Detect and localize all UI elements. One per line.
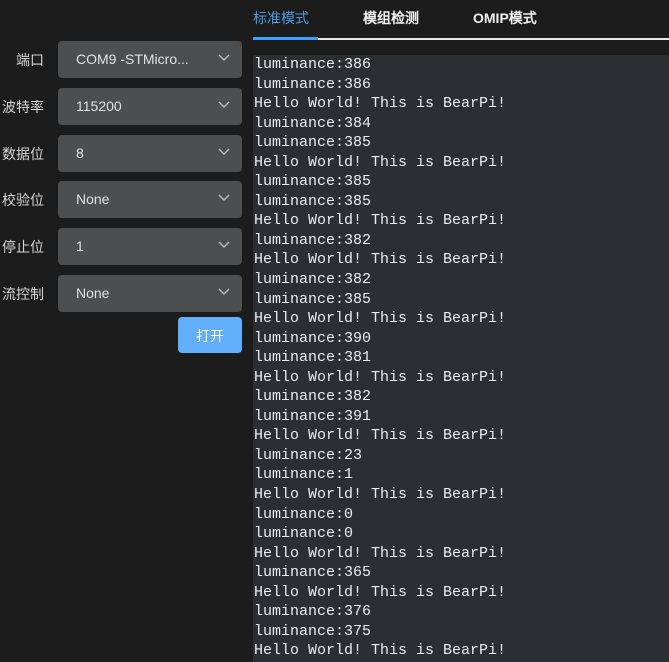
serial-output-console[interactable]: luminance:386 luminance:386 Hello World! T… — [253, 55, 669, 662]
baud-rate-row: 波特率 115200 — [0, 88, 250, 126]
data-bits-select[interactable]: 8 — [58, 135, 242, 172]
console-line: luminance:365 — [254, 564, 372, 582]
stop-bits-row: 停止位 1 — [0, 228, 250, 266]
parity-value: None — [76, 191, 110, 207]
console-line: Hello World! This is BearPi! — [254, 212, 507, 230]
parity-row: 校验位 None — [0, 181, 250, 219]
parity-label: 校验位 — [2, 192, 44, 208]
console-line: Hello World! This is BearPi! — [254, 583, 507, 601]
serial-settings-panel: 端口 COM9 -STMicro... 波特率 115200 数据位 8 校验位… — [0, 0, 250, 662]
flow-control-value: None — [76, 285, 110, 301]
tab-omip-mode[interactable]: OMIP模式 — [473, 0, 537, 38]
console-line: Hello World! This is BearPi! — [254, 95, 507, 113]
port-label: 端口 — [16, 52, 44, 68]
chevron-down-icon — [218, 194, 230, 201]
console-line: Hello World! This is BearPi! — [254, 427, 507, 445]
console-line: luminance:391 — [254, 407, 372, 425]
console-line: luminance:376 — [254, 603, 372, 621]
console-line: luminance:384 — [254, 114, 372, 132]
console-line: luminance:0 — [254, 525, 354, 543]
console-line: Hello World! This is BearPi! — [254, 153, 507, 171]
console-line: luminance:23 — [254, 446, 363, 464]
chevron-down-icon — [218, 288, 230, 295]
baud-rate-value: 115200 — [76, 98, 122, 114]
parity-select[interactable]: None — [58, 181, 242, 218]
chevron-down-icon — [218, 241, 230, 248]
console-line: luminance:382 — [254, 388, 372, 406]
port-select[interactable]: COM9 -STMicro... — [58, 41, 242, 78]
tab-module-detection[interactable]: 模组检测 — [363, 0, 419, 38]
chevron-down-icon — [218, 148, 230, 155]
console-line: luminance:1 — [254, 466, 354, 484]
chevron-down-icon — [218, 54, 230, 61]
baud-rate-label: 波特率 — [2, 99, 44, 115]
console-line: luminance:375 — [254, 622, 372, 640]
console-line: luminance:386 — [254, 75, 372, 93]
console-line: Hello World! This is BearPi! — [254, 310, 507, 328]
stop-bits-value: 1 — [76, 238, 84, 254]
stop-bits-label: 停止位 — [2, 239, 44, 255]
tab-standard-mode[interactable]: 标准模式 — [253, 0, 309, 38]
flow-control-row: 流控制 None — [0, 275, 250, 313]
port-row: 端口 COM9 -STMicro... — [0, 41, 250, 79]
console-line: Hello World! This is BearPi! — [254, 486, 507, 504]
console-line: luminance:382 — [254, 231, 372, 249]
chevron-down-icon — [218, 101, 230, 108]
active-tab-indicator — [253, 37, 318, 40]
console-line: Hello World! This is BearPi! — [254, 251, 507, 269]
console-line: Hello World! This is BearPi! — [254, 642, 507, 660]
console-line: luminance:385 — [254, 134, 372, 152]
stop-bits-select[interactable]: 1 — [58, 228, 242, 265]
console-line: luminance:386 — [254, 56, 372, 73]
open-port-button[interactable]: 打开 — [178, 317, 242, 353]
data-bits-row: 数据位 8 — [0, 135, 250, 173]
console-line: luminance:385 — [254, 290, 372, 308]
console-line: luminance:390 — [254, 329, 372, 347]
console-line: luminance:385 — [254, 192, 372, 210]
console-line: Hello World! This is BearPi! — [254, 544, 507, 562]
console-line: luminance:0 — [254, 505, 354, 523]
port-value: COM9 -STMicro... — [76, 51, 189, 67]
console-line: luminance:381 — [254, 349, 372, 367]
console-line: luminance:382 — [254, 271, 372, 289]
console-line: Hello World! This is BearPi! — [254, 368, 507, 386]
data-bits-label: 数据位 — [2, 146, 44, 162]
console-line: luminance:385 — [254, 173, 372, 191]
mode-tabs: 标准模式 模组检测 OMIP模式 — [253, 0, 669, 40]
data-bits-value: 8 — [76, 145, 84, 161]
flow-control-label: 流控制 — [2, 286, 44, 302]
flow-control-select[interactable]: None — [58, 275, 242, 312]
baud-rate-select[interactable]: 115200 — [58, 88, 242, 125]
